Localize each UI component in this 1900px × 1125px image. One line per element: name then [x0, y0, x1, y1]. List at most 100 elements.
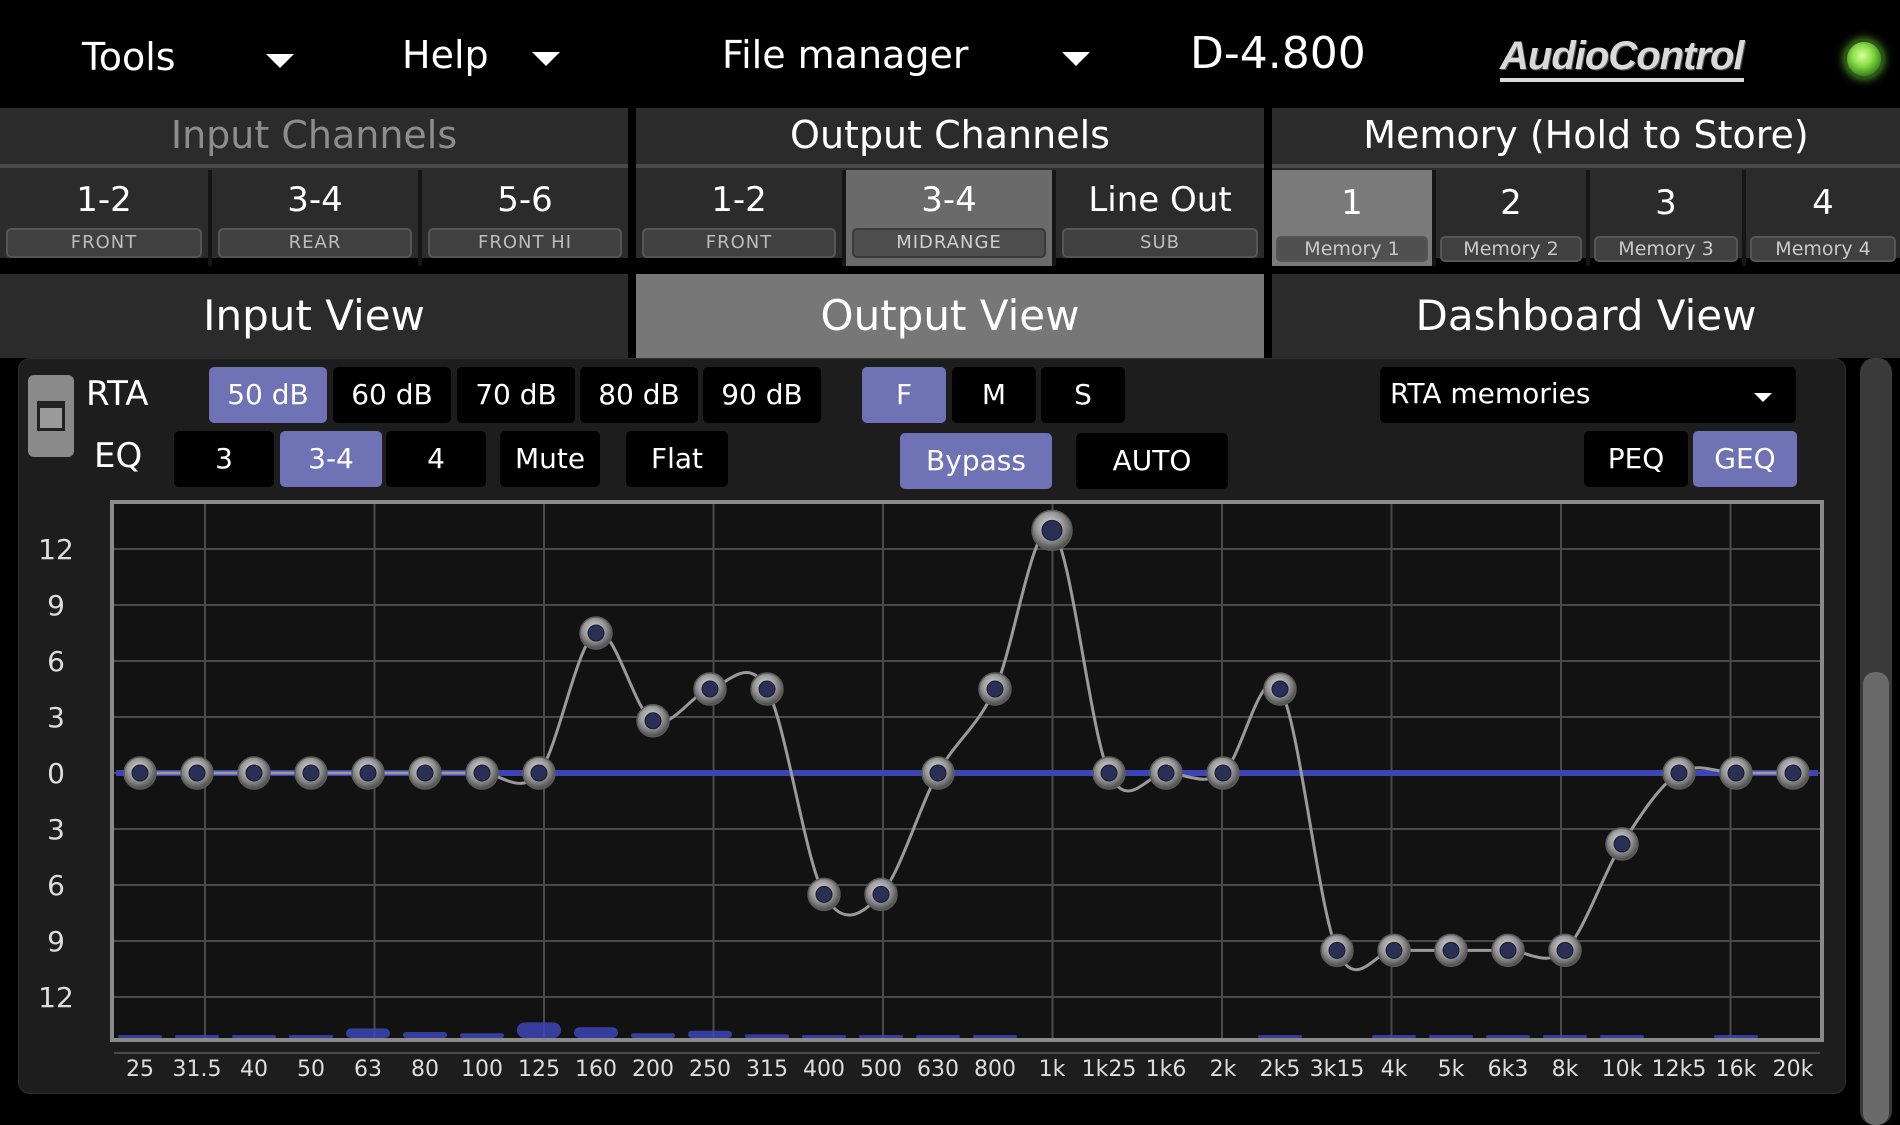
- memory-3-button[interactable]: 3 Memory 3: [1590, 170, 1742, 266]
- panel-toggle-button[interactable]: [28, 375, 74, 457]
- eq-band-handle[interactable]: [1491, 933, 1525, 968]
- eq-band-handle[interactable]: [1377, 933, 1411, 968]
- x-tick-label: 800: [974, 1057, 1016, 1082]
- geq-mode-button[interactable]: GEQ: [1693, 431, 1797, 487]
- rta-bar: [460, 1033, 504, 1038]
- eq-band-handle[interactable]: [921, 756, 955, 790]
- eq-band-handle[interactable]: [1031, 509, 1073, 552]
- rta-memories-label: RTA memories: [1390, 377, 1591, 410]
- bypass-button[interactable]: Bypass: [900, 433, 1052, 489]
- eq-band-handle[interactable]: [351, 756, 385, 790]
- eq-band-handle[interactable]: [636, 703, 670, 738]
- input-channels-title: Input Channels: [170, 113, 458, 157]
- eq-band-handle[interactable]: [807, 877, 841, 912]
- eq-band-handle[interactable]: [1320, 933, 1354, 968]
- rta-memories-dropdown[interactable]: RTA memories: [1380, 367, 1796, 423]
- memory-4-button[interactable]: 4 Memory 4: [1746, 170, 1900, 266]
- geq-graph[interactable]: 1296303691225 31.5 40 50 63 80 100 125 160 200 250…: [0, 490, 1860, 1095]
- rta-speed-medium-button[interactable]: M: [952, 367, 1036, 423]
- eq-band-handle[interactable]: [864, 877, 898, 912]
- x-tick-label: 630: [917, 1057, 959, 1082]
- eq-band-handle[interactable]: [1662, 756, 1696, 790]
- input-channel-5-6[interactable]: 5-6 FRONT HI: [422, 170, 628, 266]
- handle-center: [359, 764, 377, 782]
- file-manager-menu[interactable]: File manager: [710, 30, 1110, 82]
- eq-band-handle[interactable]: [1605, 827, 1639, 861]
- rta-bar: [175, 1035, 219, 1038]
- eq-band-handle[interactable]: [180, 756, 214, 790]
- output-channel-1-2[interactable]: 1-2 FRONT: [636, 170, 842, 266]
- x-tick-label: 2k5: [1260, 1057, 1301, 1082]
- x-tick-label: 400: [803, 1057, 845, 1082]
- eq-band-handle[interactable]: [750, 672, 784, 706]
- mute-button[interactable]: Mute: [500, 431, 600, 487]
- rta-range-70db-button[interactable]: 70 dB: [457, 367, 575, 423]
- eq-band-handle[interactable]: [1149, 756, 1183, 790]
- eq-band-handle[interactable]: [1206, 756, 1240, 790]
- memory-1-button[interactable]: 1 Memory 1: [1272, 170, 1432, 266]
- peq-mode-button[interactable]: PEQ: [1584, 431, 1688, 487]
- eq-band-handle[interactable]: [978, 672, 1012, 706]
- eq-band-handle[interactable]: [1434, 933, 1468, 968]
- rta-bar: [1258, 1035, 1302, 1038]
- x-tick-label: 16k: [1716, 1057, 1757, 1082]
- eq-band-handle[interactable]: [693, 672, 727, 706]
- rta-bar: [403, 1032, 447, 1038]
- eq-band-handle[interactable]: [522, 756, 556, 790]
- tools-menu[interactable]: Tools: [70, 30, 310, 82]
- x-tick-label: 1k: [1039, 1057, 1066, 1082]
- eq-band-handle[interactable]: [1263, 672, 1297, 706]
- rta-range-90db-button[interactable]: 90 dB: [703, 367, 821, 423]
- channel-number: 1-2: [76, 180, 132, 220]
- y-tick-label: 3: [47, 701, 65, 734]
- eq-band-handle[interactable]: [579, 616, 613, 650]
- divider: [636, 164, 1264, 168]
- output-channel-line-out[interactable]: Line Out SUB: [1056, 170, 1264, 266]
- rta-range-80db-button[interactable]: 80 dB: [580, 367, 698, 423]
- auto-button[interactable]: AUTO: [1076, 433, 1228, 489]
- eq-channel-3-4-button[interactable]: 3-4: [280, 431, 382, 487]
- memory-section: Memory (Hold to Store) 1 Memory 1 2 Memo…: [1272, 108, 1900, 266]
- eq-band-handle[interactable]: [1092, 756, 1126, 790]
- y-tick-label: 9: [47, 589, 65, 622]
- rta-speed-fast-button[interactable]: F: [862, 367, 946, 423]
- handle-center: [758, 680, 776, 698]
- eq-channel-4-button[interactable]: 4: [386, 431, 486, 487]
- eq-band-handle[interactable]: [1776, 756, 1810, 790]
- input-channel-1-2[interactable]: 1-2 FRONT: [0, 170, 208, 266]
- rta-speed-slow-button[interactable]: S: [1041, 367, 1125, 423]
- handle-center: [1442, 941, 1460, 959]
- output-channel-3-4[interactable]: 3-4 MIDRANGE: [846, 170, 1052, 266]
- handle-center: [1157, 764, 1175, 782]
- eq-label: EQ: [94, 436, 143, 476]
- rta-range-60db-button[interactable]: 60 dB: [333, 367, 451, 423]
- eq-channel-3-button[interactable]: 3: [174, 431, 274, 487]
- eq-band-handle[interactable]: [465, 756, 499, 790]
- scrollbar-thumb[interactable]: [1863, 672, 1889, 1125]
- tab-dashboard-view[interactable]: Dashboard View: [1272, 274, 1900, 358]
- chevron-down-icon: [532, 52, 560, 66]
- channel-sublabel: MIDRANGE: [852, 228, 1046, 258]
- help-menu[interactable]: Help: [390, 30, 590, 82]
- eq-band-handle[interactable]: [294, 756, 328, 790]
- eq-band-handle[interactable]: [1548, 933, 1582, 968]
- brand-logo: AudioControl: [1500, 36, 1744, 82]
- handle-center: [872, 885, 890, 903]
- flat-button[interactable]: Flat: [626, 431, 728, 487]
- x-tick-label: 10k: [1602, 1057, 1643, 1082]
- tab-output-view[interactable]: Output View: [636, 274, 1264, 358]
- channel-number: 5-6: [497, 180, 553, 220]
- eq-band-handle[interactable]: [1719, 756, 1753, 790]
- handle-center: [188, 764, 206, 782]
- memory-2-button[interactable]: 2 Memory 2: [1436, 170, 1586, 266]
- eq-band-handle[interactable]: [408, 756, 442, 790]
- chevron-down-icon: [1754, 393, 1772, 402]
- y-tick-label: 6: [47, 869, 65, 902]
- handle-center: [1041, 519, 1063, 541]
- channel-sublabel: FRONT HI: [428, 228, 622, 258]
- tab-input-view[interactable]: Input View: [0, 274, 628, 358]
- input-channel-3-4[interactable]: 3-4 REAR: [212, 170, 418, 266]
- rta-range-50db-button[interactable]: 50 dB: [209, 367, 327, 423]
- eq-band-handle[interactable]: [237, 756, 271, 790]
- eq-band-handle[interactable]: [123, 756, 157, 790]
